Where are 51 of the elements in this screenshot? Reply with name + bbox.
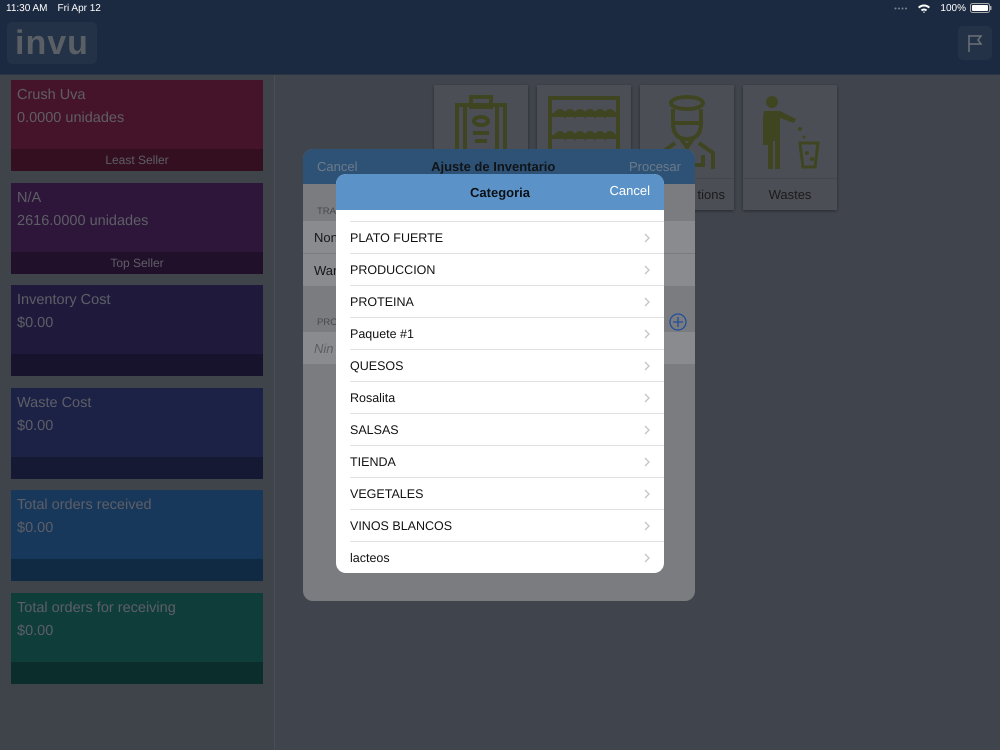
card-value: $0.00 [16,519,54,538]
status-date: Fri Apr 12 [58,2,101,14]
card-footer: Least Seller [11,149,263,171]
wifi-icon [918,4,930,12]
card-value: $0.00 [16,314,54,333]
chevron-icon [644,456,650,466]
form-row-label: War [314,262,338,278]
chevron-icon [644,552,650,562]
category-item[interactable]: PLATO FUERTE [350,222,664,254]
card-title: N/A [16,188,42,206]
tile-label: tions [698,187,725,202]
chevron-icon [644,392,650,402]
chevron-icon [644,232,650,242]
category-item[interactable]: lacteos [350,542,664,573]
card-title: Total orders for receiving [16,598,177,616]
flag-button[interactable] [958,26,992,60]
category-item[interactable]: SALSAS [350,414,664,446]
card-value: 2616.0000 unidades [16,212,150,230]
category-item[interactable]: VEGETALES [350,478,664,510]
chevron-icon [644,424,650,434]
card-value: $0.00 [16,622,54,640]
card-footer: Top Seller [11,252,263,274]
category-item[interactable]: PRODUCCION [350,254,664,286]
card-title: Crush Uva [16,86,86,103]
card-title: Total orders received [16,496,153,513]
tile-label: Wastes [768,187,812,202]
category-item[interactable]: VINOS BLANCOS [350,510,664,542]
flag-icon [967,34,983,52]
category-item[interactable]: Paquete #1 [350,318,664,350]
sheet-title: Ajuste de Inventario [431,159,556,174]
chevron-icon [644,328,650,338]
category-item[interactable]: TIENDA [350,446,664,478]
battery-icon [970,3,992,13]
signal-icon [894,6,908,10]
category-item[interactable]: PROTEINA [350,286,664,318]
card-value: $0.00 [16,416,54,436]
card-title: Waste Cost [16,394,92,410]
chevron-icon [644,360,650,370]
card-title: Inventory Cost [16,291,112,308]
waste-icon [760,94,820,168]
picker-title: Categoria [470,184,530,200]
card-value: 0.0000 unidades [16,109,126,128]
chevron-icon [644,520,650,530]
status-time: 11:30 AM [6,2,48,14]
chevron-icon [644,296,650,306]
chevron-icon [644,488,650,498]
category-item[interactable]: Rosalita [350,382,664,414]
chevron-icon [644,264,650,274]
category-item[interactable]: QUESOS [350,350,664,382]
battery-level: 100% [940,2,966,14]
add-icon[interactable] [669,313,687,331]
